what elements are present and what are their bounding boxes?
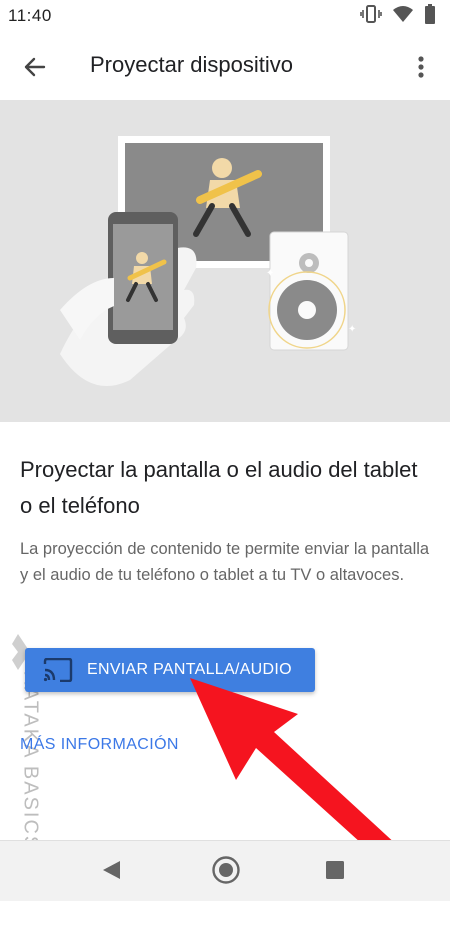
speaker-illustration — [268, 231, 349, 351]
nav-home-button[interactable] — [211, 855, 241, 890]
nav-recents-button[interactable] — [324, 859, 346, 886]
status-icons — [360, 3, 436, 29]
hero-illustration: ✦ ✦ — [0, 100, 450, 422]
overflow-menu-button[interactable] — [406, 52, 436, 82]
vibrate-icon — [360, 4, 382, 29]
svg-text:✦: ✦ — [348, 324, 356, 335]
hand-phone-illustration — [60, 212, 197, 387]
page-title: Proyectar dispositivo — [90, 52, 293, 77]
circle-home-icon — [211, 856, 241, 889]
nav-back-button[interactable] — [100, 859, 122, 886]
triangle-back-icon — [100, 861, 122, 885]
app-bar: Proyectar dispositivo — [0, 32, 450, 100]
status-bar: 11:40 — [0, 0, 450, 32]
square-recents-icon — [324, 861, 346, 885]
wifi-icon — [392, 5, 414, 28]
section-description: La proyección de contenido te permite en… — [20, 540, 430, 584]
cast-icon — [43, 657, 73, 687]
battery-icon — [424, 3, 436, 29]
system-nav-bar — [0, 840, 450, 901]
more-vert-icon — [406, 56, 436, 86]
arrow-left-icon — [18, 57, 52, 88]
back-button[interactable] — [18, 50, 52, 84]
svg-text:✦: ✦ — [266, 268, 274, 279]
more-info-link[interactable]: MÁS INFORMACIÓN — [20, 736, 179, 754]
section-heading: Proyectar la pantalla o el audio del tab… — [20, 457, 418, 518]
status-time: 11:40 — [8, 6, 52, 25]
